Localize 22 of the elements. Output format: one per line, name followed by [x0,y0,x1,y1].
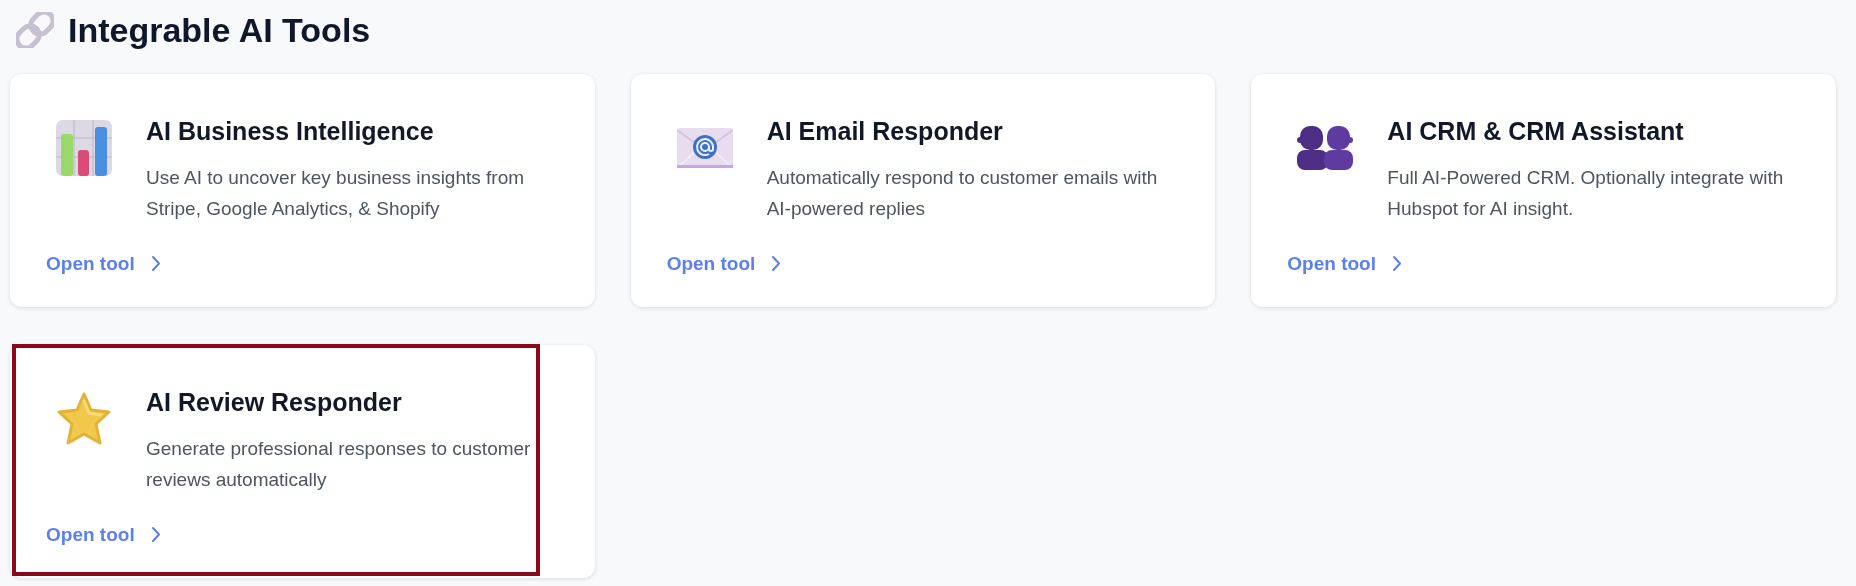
chain-link-icon [16,12,54,48]
tool-title: AI Review Responder [146,387,403,418]
bar-chart-icon [56,120,112,176]
tool-title: AI Email Responder [766,116,1004,147]
tool-description: Generate professional responses to customer reviews automatically [146,437,532,492]
two-people-icon [1297,126,1354,170]
chevron-right-icon [150,255,161,273]
envelope-icon [676,128,733,168]
tool-description: Use AI to uncover key business insights from Stripe, Google Analytics, & Shopify [146,166,526,221]
tool-description: Full AI-Powered CRM. Optionally integrate with Hubspot for AI insight. [1387,166,1785,221]
chevron-right-icon [150,526,161,544]
open-tool-link[interactable]: Open tool [1287,249,1402,278]
tool-description: Automatically respond to customer emails with AI-powered replies [766,166,1159,221]
open-tool-link[interactable]: Open tool [46,249,161,278]
chevron-right-icon [1392,255,1402,273]
tool-title: AI Business Intelligence [146,116,435,147]
page-title: Integrable AI Tools [68,9,371,51]
tool-title: AI CRM & CRM Assistant [1387,116,1685,147]
open-tool-link[interactable]: Open tool [46,520,161,549]
open-tool-link[interactable]: Open tool [666,249,782,278]
chevron-right-icon [771,255,782,273]
star-icon [56,391,112,447]
